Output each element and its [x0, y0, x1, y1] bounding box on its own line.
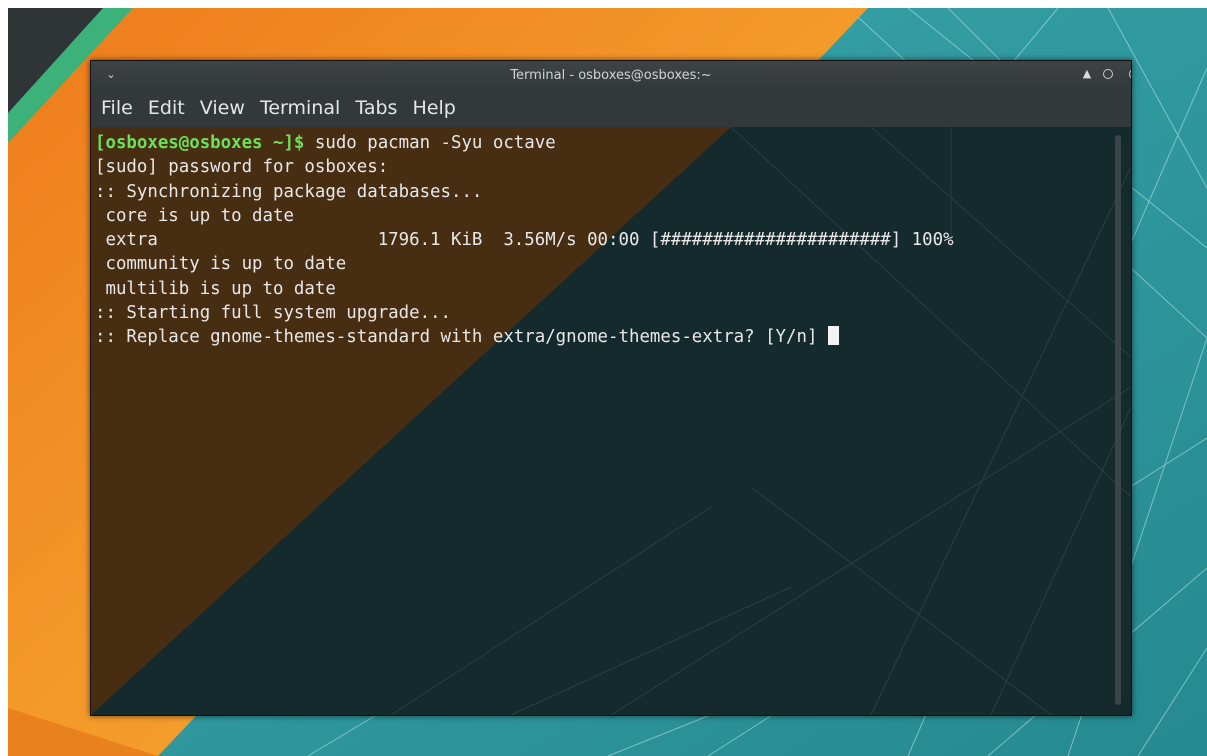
- output-line: multilib is up to date: [95, 278, 336, 299]
- maximize-button[interactable]: [1129, 69, 1131, 79]
- keep-above-button[interactable]: ▲: [1080, 67, 1094, 81]
- output-line: community is up to date: [95, 254, 347, 275]
- window-title: Terminal - osboxes@osboxes:~: [510, 68, 712, 83]
- output-line: [sudo] password for osboxes:: [95, 157, 389, 178]
- scrollbar[interactable]: [1115, 135, 1121, 705]
- command-line: sudo pacman -Syu octave: [304, 133, 556, 153]
- desktop: ⌄ Terminal - osboxes@osboxes:~ ▲ File Ed…: [0, 0, 1207, 756]
- text-cursor: [827, 326, 839, 346]
- menu-file[interactable]: File: [97, 91, 137, 119]
- output-line: extra 1796.1 KiB 3.56M/s 00:00 [########…: [95, 230, 954, 251]
- output-line: core is up to date: [95, 205, 294, 226]
- shell-prompt: [osboxes@osboxes ~]$: [95, 133, 305, 153]
- menu-help[interactable]: Help: [409, 91, 460, 119]
- menu-tabs[interactable]: Tabs: [351, 91, 401, 119]
- menu-bar: File Edit View Terminal Tabs Help: [91, 91, 1131, 127]
- output-line: :: Synchronizing package databases...: [95, 181, 483, 202]
- keep-above-icon: ▲: [1082, 67, 1092, 80]
- menu-terminal[interactable]: Terminal: [256, 91, 344, 119]
- title-bar[interactable]: ⌄ Terminal - osboxes@osboxes:~ ▲: [91, 61, 1131, 91]
- terminal-text: [osboxes@osboxes ~]$ sudo pacman -Syu oc…: [95, 131, 954, 350]
- output-line: :: Starting full system upgrade...: [95, 303, 451, 324]
- menu-edit[interactable]: Edit: [144, 91, 189, 119]
- terminal-window: ⌄ Terminal - osboxes@osboxes:~ ▲ File Ed…: [90, 60, 1132, 716]
- menu-view[interactable]: View: [196, 91, 249, 119]
- output-line: :: Replace gnome-themes-standard with ex…: [95, 327, 828, 348]
- terminal-output[interactable]: [osboxes@osboxes ~]$ sudo pacman -Syu oc…: [91, 127, 1131, 715]
- minimize-button[interactable]: [1103, 69, 1113, 79]
